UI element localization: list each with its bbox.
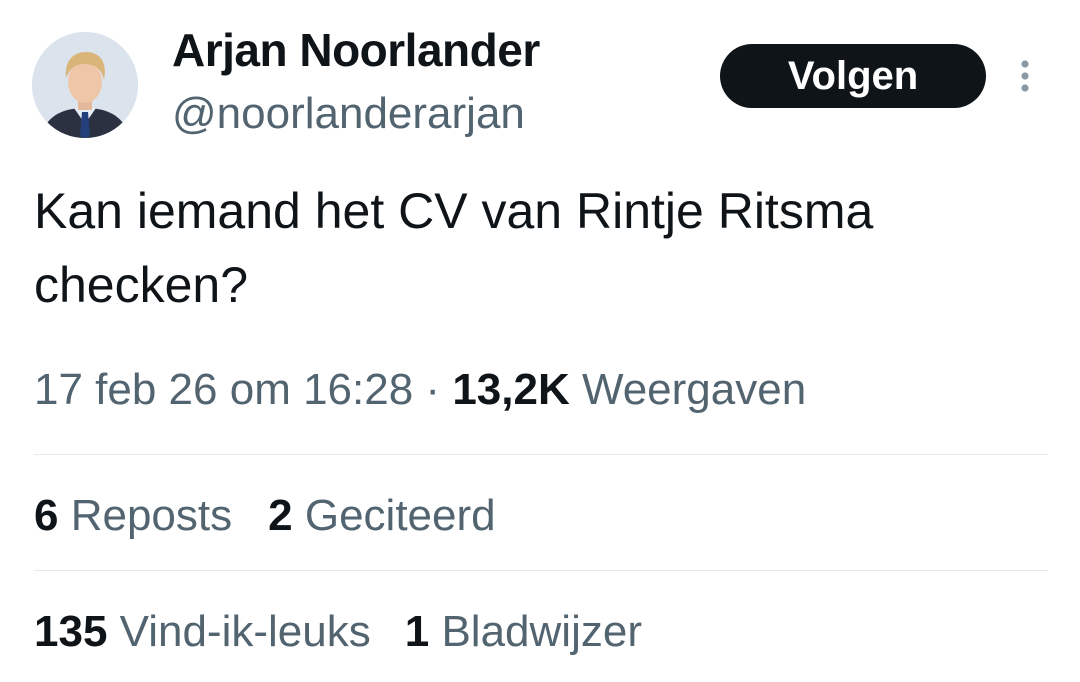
- bookmarks-label: Bladwijzer: [441, 607, 642, 656]
- tweet-detail: Arjan Noorlander @noorlanderarjan Volgen…: [0, 0, 1080, 682]
- reposts-label: Reposts: [70, 491, 233, 540]
- stats-row-likes: 135 Vind-ik-leuks 1 Bladwijzer: [34, 602, 642, 662]
- views-label: Weergaven: [581, 365, 807, 414]
- bookmarks-stat[interactable]: 1 Bladwijzer: [405, 602, 642, 662]
- follow-button[interactable]: Volgen: [720, 44, 986, 108]
- user-handle[interactable]: @noorlanderarjan: [172, 86, 525, 142]
- quotes-count: 2: [268, 491, 293, 540]
- quotes-stat[interactable]: 2 Geciteerd: [268, 486, 495, 546]
- divider: [34, 454, 1048, 455]
- likes-label: Vind-ik-leuks: [119, 607, 371, 656]
- likes-stat[interactable]: 135 Vind-ik-leuks: [34, 602, 371, 662]
- more-vertical-icon[interactable]: [1010, 58, 1040, 98]
- avatar[interactable]: [32, 32, 138, 138]
- divider: [34, 570, 1048, 571]
- profile-photo-icon: [32, 32, 138, 138]
- tweet-text: Kan iemand het CV van Rintje Ritsma chec…: [34, 183, 874, 313]
- stats-row-reposts: 6 Reposts 2 Geciteerd: [34, 486, 496, 546]
- meta-separator: ·: [425, 365, 441, 414]
- tweet-meta: 17 feb 26 om 16:28 · 13,2K Weergaven: [34, 360, 806, 420]
- reposts-stat[interactable]: 6 Reposts: [34, 486, 232, 546]
- quotes-label: Geciteerd: [304, 491, 496, 540]
- bookmarks-count: 1: [404, 607, 430, 656]
- timestamp[interactable]: 17 feb 26 om 16:28: [34, 365, 413, 414]
- reposts-count: 6: [34, 491, 59, 540]
- views-count: 13,2K: [452, 365, 570, 414]
- likes-count: 135: [34, 607, 108, 656]
- display-name[interactable]: Arjan Noorlander: [172, 22, 540, 78]
